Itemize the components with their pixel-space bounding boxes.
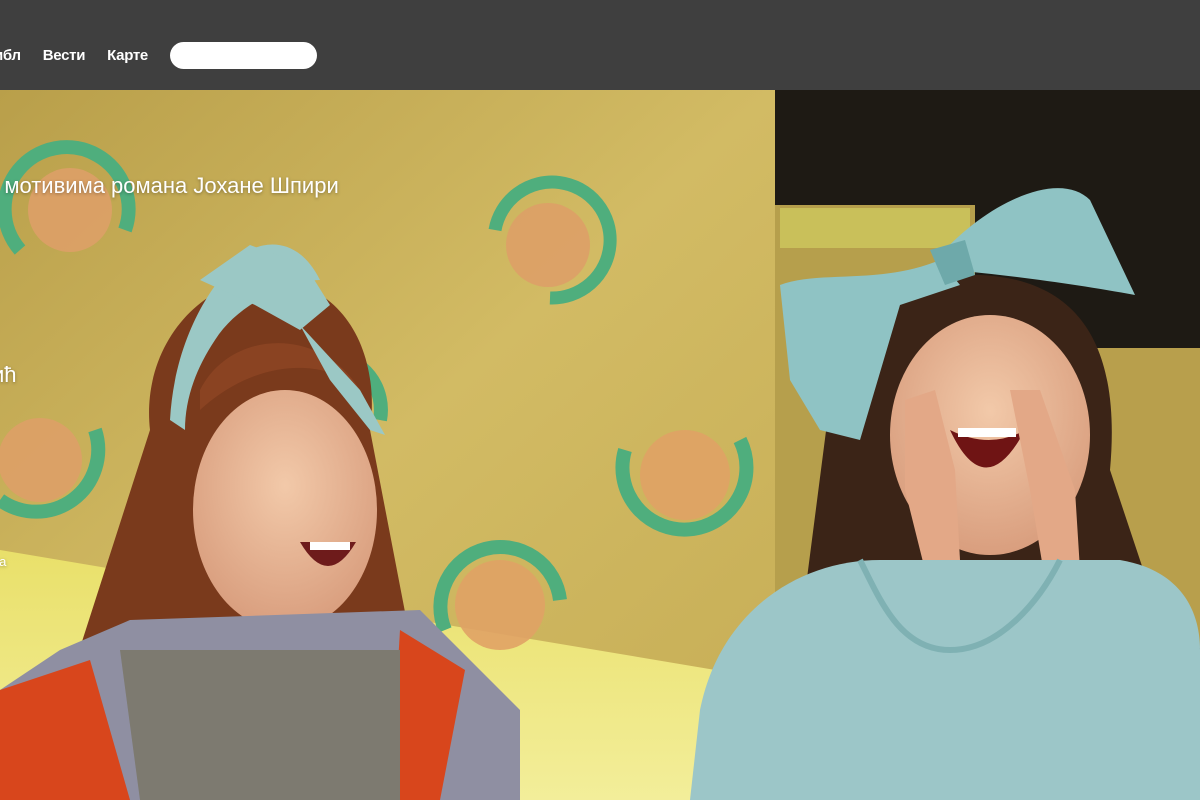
nav-item-news[interactable]: Вести: [43, 47, 86, 64]
hero-subtitle: о мотивима романа Јохане Шпири: [0, 173, 339, 198]
nav-item-repertoire[interactable]: ибл: [0, 47, 21, 64]
buy-tickets-button[interactable]: Купите улазнице: [169, 42, 317, 69]
hero-credit: иħ: [0, 362, 17, 387]
hero-banner: о мотивима романа Јохане Шпири иħ на: [0, 90, 1200, 800]
top-navigation-bar: ибл Вести Карте Купите улазнице: [0, 0, 1200, 90]
main-nav: ибл Вести Карте Купите улазнице: [0, 42, 317, 69]
hero-small-text: на: [0, 554, 7, 569]
nav-item-tickets[interactable]: Карте: [107, 47, 148, 64]
